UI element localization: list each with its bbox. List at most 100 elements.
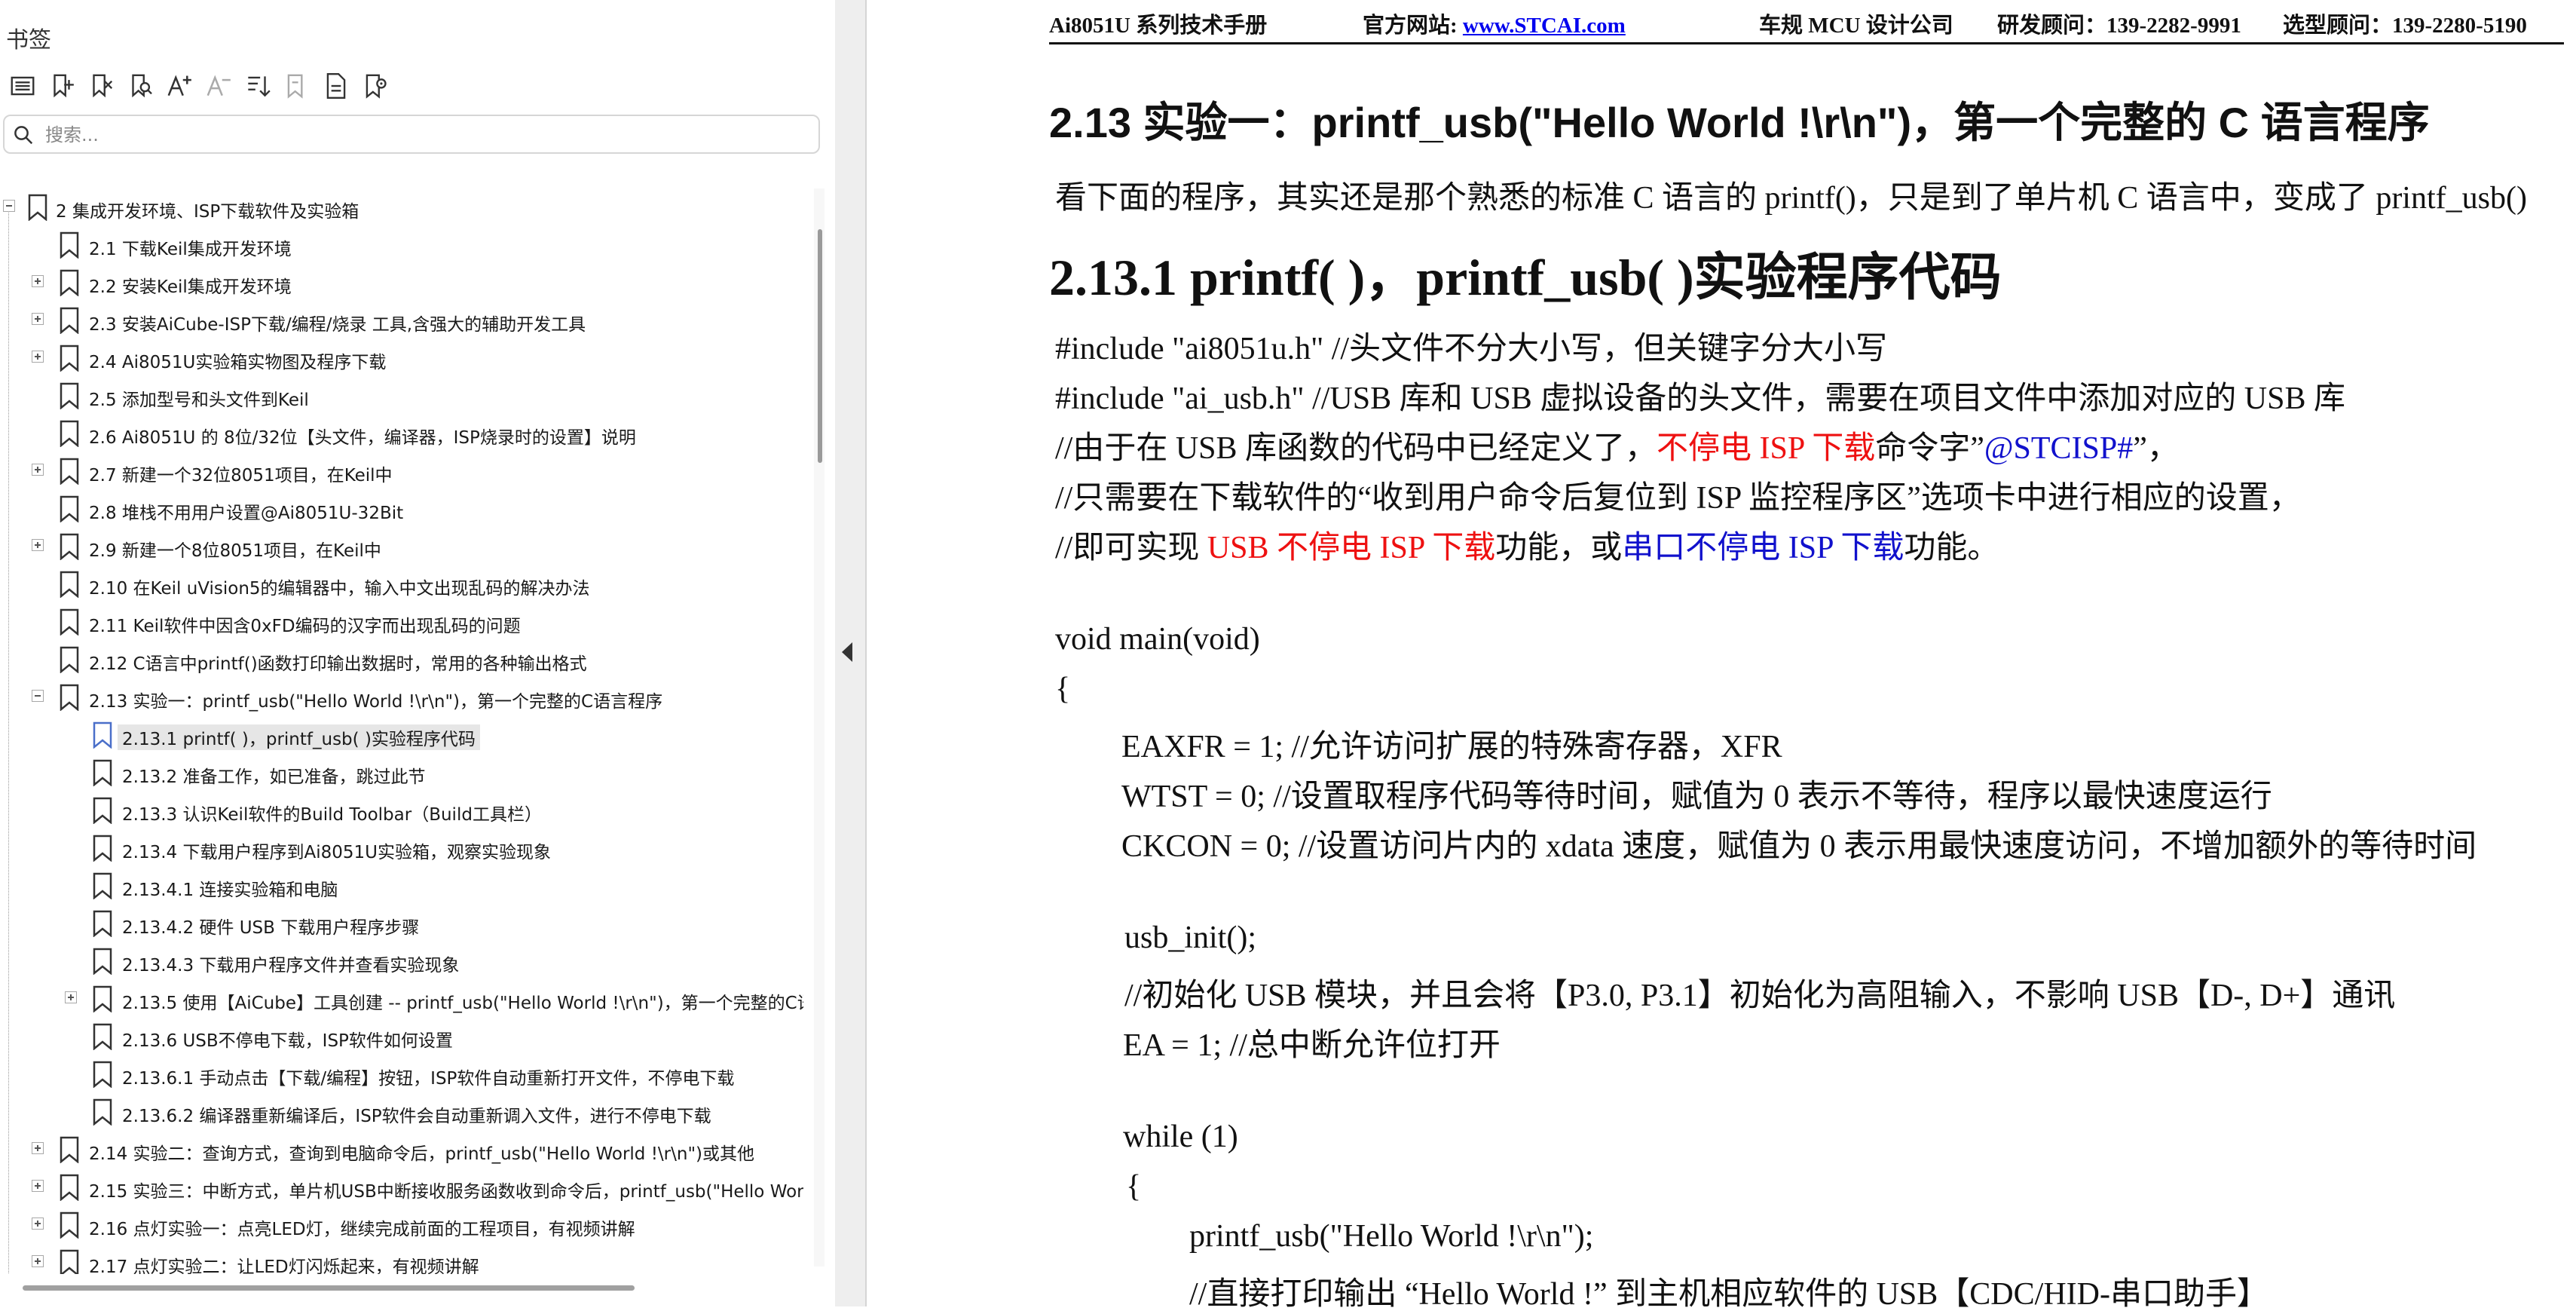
header-company: 车规 MCU 设计公司 bbox=[1759, 14, 1953, 38]
bookmark-item[interactable]: 2.13.4.3 下载用户程序文件并查看实验现象 bbox=[0, 942, 808, 980]
expand-plus-icon[interactable] bbox=[32, 1255, 44, 1267]
search-input[interactable] bbox=[44, 119, 808, 151]
bookmark-item[interactable]: 2.6 Ai8051U 的 8位/32位【头文件，编译器，ISP烧录时的设置】说… bbox=[0, 415, 808, 452]
bookmark-icon bbox=[59, 495, 80, 523]
bookmark-item[interactable]: 2.13 实验一：printf_usb("Hello World !\r\n")… bbox=[0, 678, 808, 716]
collapse-panel-arrow-icon[interactable] bbox=[842, 642, 852, 662]
bookmark-item[interactable]: 2.13.6 USB不停电下载，ISP软件如何设置 bbox=[0, 1018, 808, 1055]
bookmark-item[interactable]: 2.3 安装AiCube-ISP下载/编程/烧录 工具,含强大的辅助开发工具 bbox=[0, 302, 808, 339]
bookmark-icon bbox=[59, 458, 80, 485]
bookmark-item[interactable]: 2.1 下载Keil集成开发环境 bbox=[0, 226, 808, 264]
vertical-scrollbar-thumb[interactable] bbox=[818, 229, 822, 463]
bookmark-label: 2.3 安装AiCube-ISP下载/编程/烧录 工具,含强大的辅助开发工具 bbox=[89, 315, 586, 335]
bookmark-icon bbox=[27, 194, 48, 222]
code-comment-3: //由于在 USB 库函数的代码中已经定义了，不停电 ISP 下载命令字”@ST… bbox=[1055, 431, 2179, 466]
bookmark-label: 2.10 在Keil uVision5的编辑器中，输入中文出现乱码的解决办法 bbox=[89, 579, 590, 599]
bookmark-label: 2.2 安装Keil集成开发环境 bbox=[89, 277, 292, 297]
header-website: 官方网站: www.STCAI.com bbox=[1363, 14, 1626, 38]
bookmark-icon bbox=[92, 948, 113, 976]
bookmark-list-icon[interactable] bbox=[3, 68, 42, 104]
expand-plus-icon[interactable] bbox=[32, 464, 44, 476]
bookmark-icon bbox=[92, 835, 113, 862]
search-icon bbox=[14, 126, 33, 145]
bookmark-label: 2.14 实验二：查询方式，查询到电脑命令后，printf_usb("Hello… bbox=[89, 1144, 755, 1164]
bookmark-label: 2.7 新建一个32位8051项目，在Keil中 bbox=[89, 466, 393, 485]
code-printf-comment: //直接打印输出 “Hello World !” 到主机相应软件的 USB【CD… bbox=[1189, 1277, 2269, 1312]
bookmark-item[interactable]: 2.2 安装Keil集成开发环境 bbox=[0, 264, 808, 302]
collapse-all-icon[interactable] bbox=[277, 68, 317, 104]
expand-plus-icon[interactable] bbox=[32, 351, 44, 363]
bookmark-item[interactable]: 2.9 新建一个8位8051项目，在Keil中 bbox=[0, 528, 808, 565]
website-link[interactable]: www.STCAI.com bbox=[1463, 14, 1626, 38]
add-bookmark-icon[interactable] bbox=[42, 68, 81, 104]
code-eaxfr: EAXFR = 1; //允许访问扩展的特殊寄存器，XFR bbox=[1121, 730, 1782, 764]
expand-plus-icon[interactable] bbox=[32, 1142, 44, 1154]
header-manual-title: Ai8051U 系列技术手册 bbox=[1049, 14, 1268, 38]
bookmark-item[interactable]: 2.4 Ai8051U实验箱实物图及程序下载 bbox=[0, 339, 808, 377]
bookmark-item[interactable]: 2.13.2 准备工作，如已准备，跳过此节 bbox=[0, 754, 808, 792]
bookmark-item[interactable]: 2.13.4 下载用户程序到Ai8051U实验箱，观察实验现象 bbox=[0, 829, 808, 867]
expand-plus-icon[interactable] bbox=[32, 313, 44, 325]
collapse-minus-icon[interactable] bbox=[32, 690, 44, 702]
bookmark-item[interactable]: 2.13.5 使用【AiCube】工具创建 -- printf_usb("Hel… bbox=[0, 980, 808, 1018]
bookmarks-panel: 书签 搜索... 2 集成开发环境、ISP下载软件及实验箱 2.1 下载Keil… bbox=[0, 0, 835, 1306]
expand-plus-icon[interactable] bbox=[32, 1180, 44, 1192]
find-bookmark-icon[interactable] bbox=[121, 68, 160, 104]
bookmark-item[interactable]: 2.8 堆栈不用用户设置@Ai8051U-32Bit bbox=[0, 490, 808, 528]
bookmark-item[interactable]: 2.13.6.1 手动点击【下载/编程】按钮，ISP软件自动重新打开文件，不停电… bbox=[0, 1055, 808, 1093]
bookmark-item[interactable]: 2.11 Keil软件中因含0xFD编码的汉字而出现乱码的问题 bbox=[0, 603, 808, 641]
increase-font-icon[interactable] bbox=[160, 68, 199, 104]
bookmark-item[interactable]: 2.13.1 printf( )，printf_usb( )实验程序代码 bbox=[0, 716, 808, 754]
bookmark-label: 2.13.1 printf( )，printf_usb( )实验程序代码 bbox=[118, 724, 480, 750]
delete-bookmark-icon[interactable] bbox=[81, 68, 121, 104]
bookmark-item[interactable]: 2.16 点灯实验一：点亮LED灯，继续完成前面的工程项目，有视频讲解 bbox=[0, 1206, 808, 1244]
bookmark-item[interactable]: 2.12 C语言中printf()函数打印输出数据时，常用的各种输出格式 bbox=[0, 641, 808, 678]
bookmark-icon bbox=[59, 307, 80, 335]
bookmark-icon bbox=[59, 684, 80, 712]
expand-plus-icon[interactable] bbox=[65, 991, 77, 1003]
expand-plus-icon[interactable] bbox=[32, 1218, 44, 1230]
bookmark-icon bbox=[59, 1211, 80, 1239]
bookmark-item[interactable]: 2.13.6.2 编译器重新编译后，ISP软件会自动重新调入文件，进行不停电下载 bbox=[0, 1093, 808, 1131]
bookmark-label: 2.13.4.2 硬件 USB 下载用户程序步骤 bbox=[122, 918, 420, 938]
bookmark-label: 2.12 C语言中printf()函数打印输出数据时，常用的各种输出格式 bbox=[89, 654, 587, 674]
bookmark-item[interactable]: 2.13.4.2 硬件 USB 下载用户程序步骤 bbox=[0, 905, 808, 942]
bookmark-icon bbox=[59, 345, 80, 372]
bookmark-item[interactable]: 2.13.3 认识Keil软件的Build Toolbar（Build工具栏） bbox=[0, 792, 808, 829]
bookmark-item[interactable]: 2.10 在Keil uVision5的编辑器中，输入中文出现乱码的解决办法 bbox=[0, 565, 808, 603]
bookmark-item[interactable]: 2.7 新建一个32位8051项目，在Keil中 bbox=[0, 452, 808, 490]
code-ea: EA = 1; //总中断允许位打开 bbox=[1123, 1028, 1501, 1063]
decrease-font-icon[interactable] bbox=[199, 68, 238, 104]
section-heading-2-13: 2.13 实验一：printf_usb("Hello World !\r\n")… bbox=[1049, 99, 2430, 146]
bookmark-icon bbox=[92, 910, 113, 938]
bookmark-icon bbox=[59, 608, 80, 636]
code-usb-init-comment: //初始化 USB 模块，并且会将【P3.0, P3.1】初始化为高阻输入，不影… bbox=[1124, 979, 2396, 1013]
code-comment-4: //只需要在下载软件的“收到用户命令后复位到 ISP 监控程序区”选项卡中进行相… bbox=[1055, 481, 2301, 516]
bookmark-settings-icon[interactable] bbox=[356, 68, 395, 104]
bookmark-tree: 2 集成开发环境、ISP下载软件及实验箱 2.1 下载Keil集成开发环境 2.2 … bbox=[0, 188, 808, 1274]
expand-plus-icon[interactable] bbox=[32, 275, 44, 287]
horizontal-scrollbar-thumb[interactable] bbox=[23, 1285, 635, 1291]
expand-plus-icon[interactable] bbox=[32, 539, 44, 551]
bookmark-label: 2.13.2 准备工作，如已准备，跳过此节 bbox=[122, 767, 426, 787]
collapse-minus-icon[interactable] bbox=[3, 200, 15, 212]
code-printf: printf_usb("Hello World !\r\n"); bbox=[1189, 1219, 1594, 1254]
bookmark-item[interactable]: 2.13.4.1 连接实验箱和电脑 bbox=[0, 867, 808, 905]
expand-all-icon[interactable] bbox=[238, 68, 277, 104]
bookmark-label: 2.17 点灯实验二：让LED灯闪烁起来，有视频讲解 bbox=[89, 1257, 479, 1274]
intro-paragraph: 看下面的程序，其实还是那个熟悉的标准 C 语言的 printf()，只是到了单片… bbox=[1055, 181, 2527, 216]
bookmark-item[interactable]: 2.5 添加型号和头文件到Keil bbox=[0, 377, 808, 415]
section-heading-2-13-1: 2.13.1 printf( )，printf_usb( )实验程序代码 bbox=[1049, 249, 2002, 306]
document-page: Ai8051U 系列技术手册 官方网站: www.STCAI.com 车规 MC… bbox=[867, 0, 2576, 1312]
bookmark-icon bbox=[59, 420, 80, 448]
bookmark-icon bbox=[59, 1249, 80, 1274]
bookmark-item[interactable]: 2.14 实验二：查询方式，查询到电脑命令后，printf_usb("Hello… bbox=[0, 1131, 808, 1169]
bookmark-label: 2.13.4 下载用户程序到Ai8051U实验箱，观察实验现象 bbox=[122, 843, 551, 862]
bookmark-label: 2.13.6.1 手动点击【下载/编程】按钮，ISP软件自动重新打开文件，不停电… bbox=[122, 1069, 735, 1089]
bookmark-item[interactable]: 2.15 实验三：中断方式，单片机USB中断接收服务函数收到命令后，printf… bbox=[0, 1169, 808, 1206]
bookmark-properties-icon[interactable] bbox=[317, 68, 356, 104]
bookmark-item[interactable]: 2.17 点灯实验二：让LED灯闪烁起来，有视频讲解 bbox=[0, 1244, 808, 1274]
bookmarks-toolbar bbox=[3, 68, 395, 104]
bookmark-item[interactable]: 2 集成开发环境、ISP下载软件及实验箱 bbox=[0, 188, 808, 226]
bookmark-search-box bbox=[3, 115, 820, 154]
